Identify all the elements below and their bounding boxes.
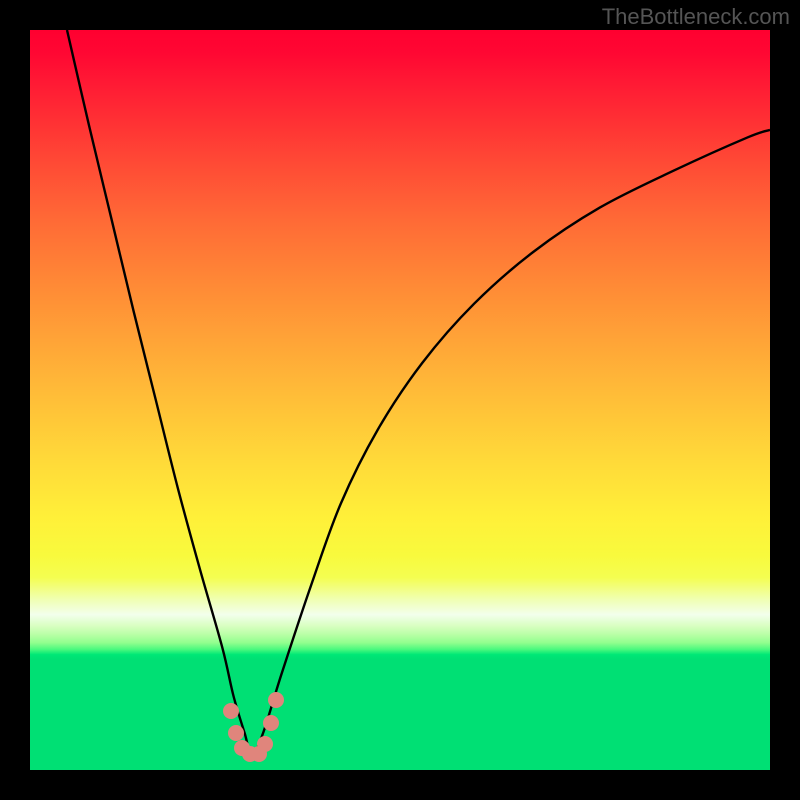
watermark-text: TheBottleneck.com bbox=[602, 4, 790, 30]
data-point bbox=[228, 725, 244, 741]
data-point bbox=[257, 736, 273, 752]
data-point bbox=[263, 715, 279, 731]
curve-data-points bbox=[30, 30, 770, 770]
data-point bbox=[268, 692, 284, 708]
data-point bbox=[223, 703, 239, 719]
